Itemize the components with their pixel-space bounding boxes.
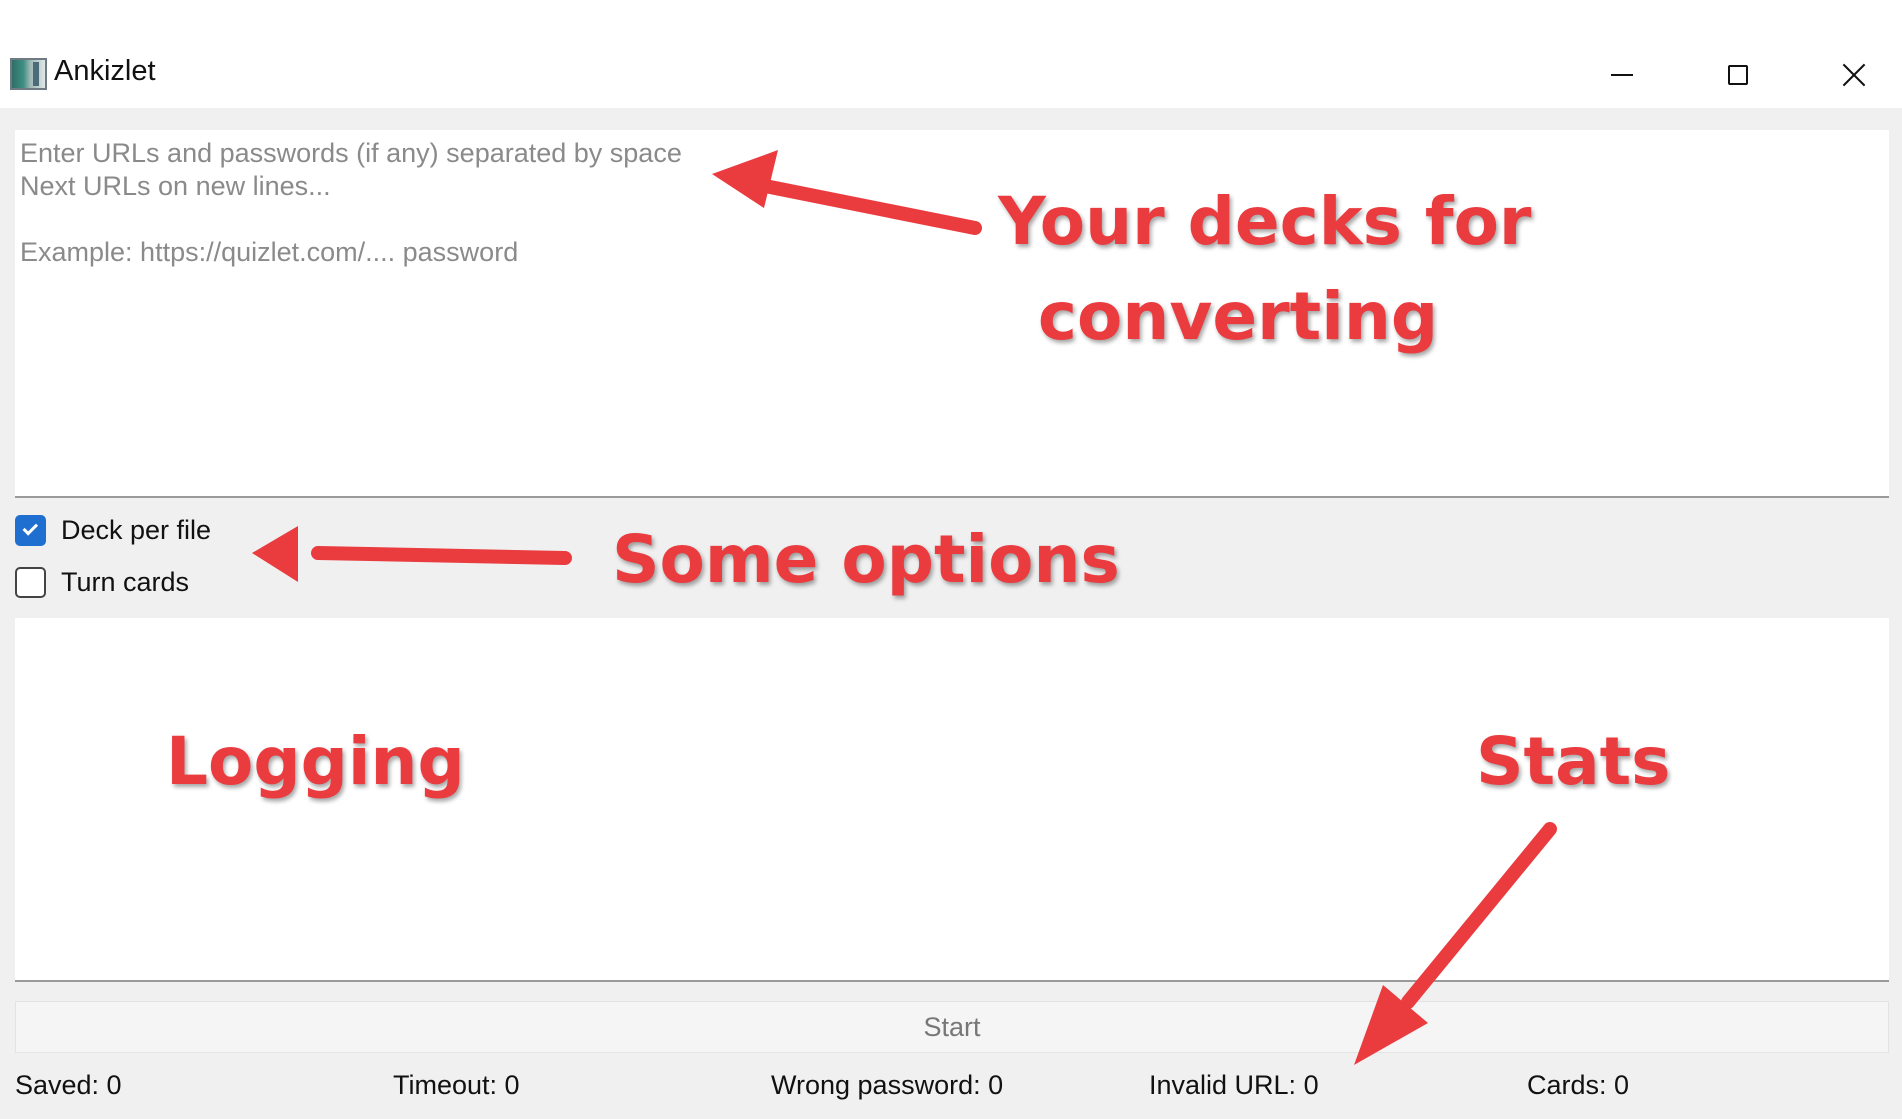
window-client-area: Deck per file Turn cards Start Saved: 0 … <box>0 108 1902 1119</box>
annotation-options: Some options <box>612 521 1120 598</box>
annotation-decks: Your decks for converting <box>998 174 1532 364</box>
minimize-icon <box>1611 74 1633 76</box>
annotation-stats: Stats <box>1476 723 1671 800</box>
window-titlebar: Ankizlet <box>0 42 1902 108</box>
deck-per-file-checkbox[interactable]: Deck per file <box>15 513 211 547</box>
stat-saved: Saved: 0 <box>15 1070 122 1100</box>
turn-cards-label: Turn cards <box>61 566 190 597</box>
window-title: Ankizlet <box>54 55 156 87</box>
close-button[interactable] <box>1796 42 1902 108</box>
stat-timeout: Timeout: 0 <box>393 1070 520 1100</box>
stat-invalid-url: Invalid URL: 0 <box>1149 1070 1319 1100</box>
start-button[interactable]: Start <box>15 1001 1889 1053</box>
maximize-icon <box>1728 65 1748 85</box>
stat-cards: Cards: 0 <box>1527 1070 1630 1100</box>
app-icon <box>10 58 47 90</box>
turn-cards-check-box[interactable] <box>15 566 46 598</box>
maximize-button[interactable] <box>1680 42 1796 108</box>
annotation-decks-line2: converting <box>1037 278 1439 355</box>
close-icon <box>1842 63 1866 87</box>
screenshot-stage: Ankizlet Deck per file Turn cards Start … <box>0 0 1902 1119</box>
checkmark-icon <box>22 520 38 536</box>
deck-per-file-label: Deck per file <box>61 514 212 545</box>
urls-input[interactable] <box>15 130 1889 498</box>
annotation-logging: Logging <box>166 723 465 800</box>
deck-per-file-check-box[interactable] <box>15 514 46 546</box>
stat-wrong-password: Wrong password: 0 <box>771 1070 1004 1100</box>
annotation-decks-line1: Your decks for <box>998 183 1532 260</box>
turn-cards-checkbox[interactable]: Turn cards <box>15 565 189 599</box>
minimize-button[interactable] <box>1564 42 1680 108</box>
